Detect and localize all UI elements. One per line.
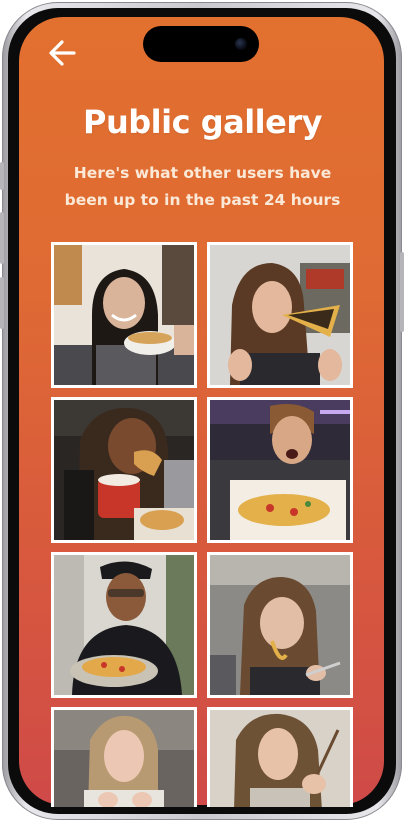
- woman-in-car-photo: [54, 400, 194, 540]
- gallery-photo[interactable]: [207, 242, 353, 388]
- gallery-photo[interactable]: [51, 397, 197, 543]
- woman-with-fork-photo: [210, 710, 350, 807]
- camera-icon: [235, 38, 247, 50]
- side-button: [0, 212, 4, 264]
- woman-eating-noodles-photo: [210, 555, 350, 695]
- woman-eating-photo: [54, 245, 194, 385]
- side-button: [0, 277, 4, 329]
- woman-wet-hair-photo: [54, 710, 194, 807]
- side-button: [0, 162, 4, 190]
- woman-eating-pizza-photo: [210, 245, 350, 385]
- arrow-left-icon: [49, 40, 76, 66]
- gallery-photo[interactable]: [51, 242, 197, 388]
- page-subtitle: Here's what other users have been up to …: [64, 164, 341, 209]
- man-with-pizza-box-photo: [210, 400, 350, 540]
- gallery-photo[interactable]: [207, 552, 353, 698]
- gallery-photo[interactable]: [207, 707, 353, 807]
- gallery-photo[interactable]: [207, 397, 353, 543]
- man-holding-pizza-photo: [54, 555, 194, 695]
- gallery-photo[interactable]: [51, 707, 197, 807]
- gallery-photo[interactable]: [51, 552, 197, 698]
- side-button: [400, 252, 404, 332]
- back-button[interactable]: [46, 36, 80, 70]
- page-title: Public gallery: [83, 103, 322, 141]
